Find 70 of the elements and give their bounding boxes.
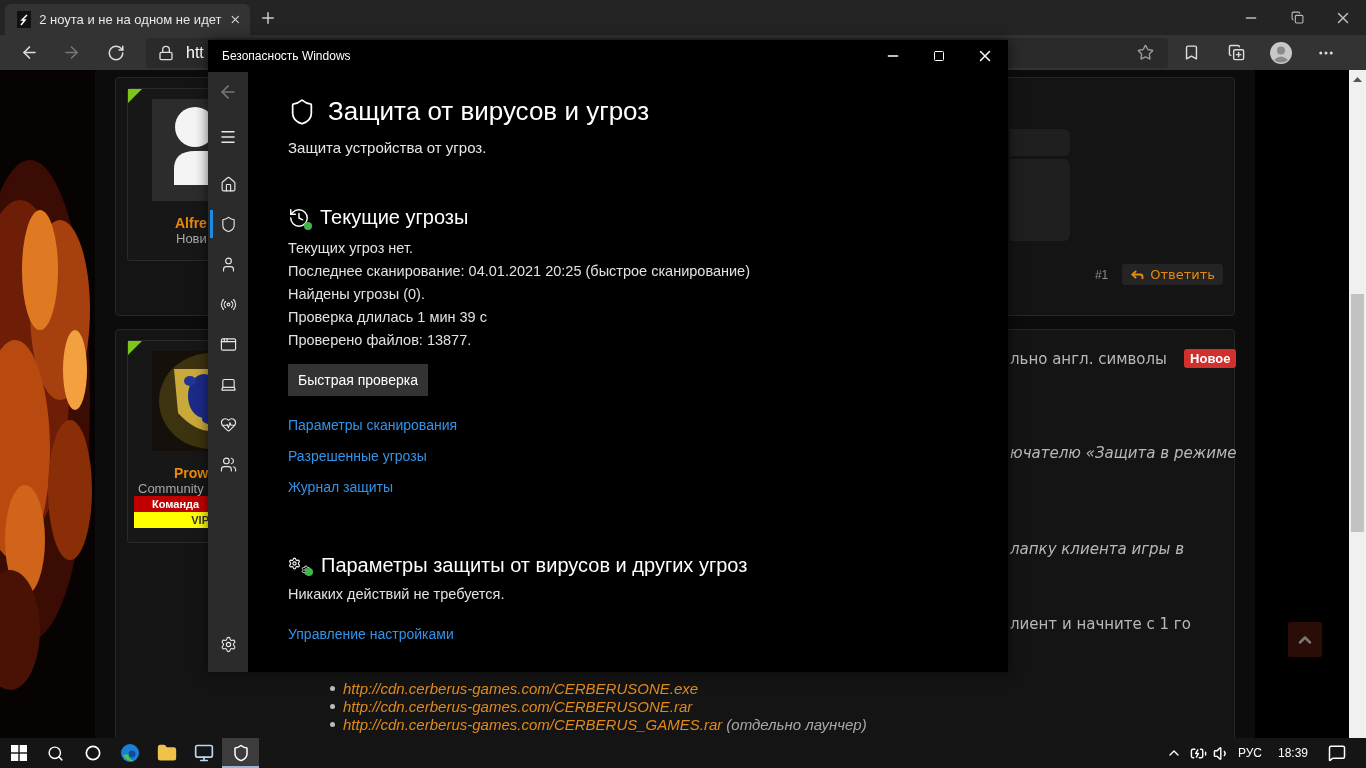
status-text: Последнее сканирование: 04.01.2021 20:25 (быстрое сканирование)	[288, 262, 750, 281]
lock-icon	[158, 44, 174, 61]
status-text: Найдены угрозы (0).	[288, 285, 425, 304]
menu-icon[interactable]	[219, 128, 237, 146]
home-icon[interactable]	[219, 175, 237, 193]
quick-scan-button[interactable]: Быстрая проверка	[288, 364, 428, 396]
new-badge: Новое	[1184, 349, 1237, 368]
notification-icon[interactable]	[1328, 744, 1346, 762]
windows-icon[interactable]	[10, 745, 27, 761]
download-link[interactable]: http://cdn.cerberus-games.com/CERBERUSONE.rar	[343, 697, 693, 715]
maximize-icon[interactable]	[933, 50, 945, 62]
user-banner: Команда	[134, 496, 209, 512]
people-icon[interactable]	[219, 455, 237, 473]
address-text: htt	[186, 43, 204, 62]
bullet-icon	[330, 721, 335, 727]
scrollbar[interactable]	[1349, 70, 1366, 738]
settings-link[interactable]: Параметры сканирования	[288, 415, 458, 435]
user-title: Нови	[176, 231, 207, 246]
user-name[interactable]: Alfre	[175, 215, 207, 231]
section-heading: Текущие угрозы	[320, 206, 469, 229]
refresh-icon[interactable]	[107, 43, 125, 62]
browser-icon	[119, 743, 140, 763]
link-note: (отдельно лаунчер)	[726, 715, 867, 733]
post-text: ючателю «Защита в режиме	[1010, 444, 1237, 462]
post-text: лапку клиента игры в	[1010, 540, 1185, 558]
settings-link[interactable]: Управление настройками	[288, 624, 454, 644]
post-text: лиент и начните с 1 го	[1010, 615, 1191, 633]
status-text: Никаких действий не требуется.	[288, 585, 505, 604]
heart-icon[interactable]	[219, 415, 237, 433]
search-icon[interactable]	[47, 744, 64, 762]
history-icon	[288, 206, 310, 229]
tab-title: 2 ноута и не на одном не идет	[39, 12, 222, 27]
status-text: Проверка длилась 1 мин 39 с	[288, 308, 487, 327]
shield-icon	[231, 744, 250, 762]
settings-icon[interactable]	[219, 635, 237, 653]
bullet-icon	[330, 685, 335, 691]
browser-tab[interactable]: 2 ноута и не на одном не идет	[5, 4, 250, 35]
settings-link[interactable]: Журнал защиты	[288, 477, 393, 497]
section-heading: Параметры защиты от вирусов и других угроз	[321, 554, 748, 577]
post-number[interactable]: #1	[1094, 267, 1109, 282]
reply-button[interactable]: Ответить	[1122, 264, 1223, 285]
shield-icon[interactable]	[219, 215, 237, 233]
star-icon[interactable]	[1137, 44, 1154, 61]
window-icon[interactable]	[219, 335, 237, 353]
bullet-icon	[330, 703, 335, 709]
status-text: Проверено файлов: 13877.	[288, 331, 472, 350]
download-link[interactable]: http://cdn.cerberus-games.com/CERBERUS_GAMES.rar	[343, 715, 723, 733]
settings-link[interactable]: Разрешенные угрозы	[288, 446, 427, 466]
taskbar-app[interactable]	[222, 738, 259, 768]
collections-icon[interactable]	[1227, 44, 1245, 61]
language-indicator[interactable]: РУС	[1237, 746, 1262, 760]
site-icon	[17, 11, 32, 28]
window-title: Безопасность Windows	[222, 49, 352, 63]
page-heading: Защита от вирусов и угроз	[328, 96, 650, 127]
clock[interactable]: 18:39	[1277, 746, 1308, 760]
scroll-top-button[interactable]	[1288, 622, 1322, 657]
arrow-up-icon[interactable]	[1353, 76, 1362, 82]
post-text: льно англ. символы	[1010, 349, 1167, 368]
folder-icon	[156, 743, 177, 763]
download-link[interactable]: http://cdn.cerberus-games.com/CERBERUSONE.exe	[343, 679, 699, 697]
user-name[interactable]: Prow	[174, 465, 209, 481]
monitor-icon	[193, 743, 214, 763]
status-text: Текущих угроз нет.	[288, 239, 413, 258]
user-title: Community	[138, 481, 204, 496]
gears-icon	[288, 556, 311, 575]
profile-icon[interactable]	[1270, 41, 1292, 64]
restore-icon[interactable]	[1290, 11, 1304, 24]
reply-icon	[1130, 267, 1146, 282]
user-banner: VIP	[134, 512, 209, 528]
page-subtitle: Защита устройства от угроз.	[288, 139, 487, 156]
